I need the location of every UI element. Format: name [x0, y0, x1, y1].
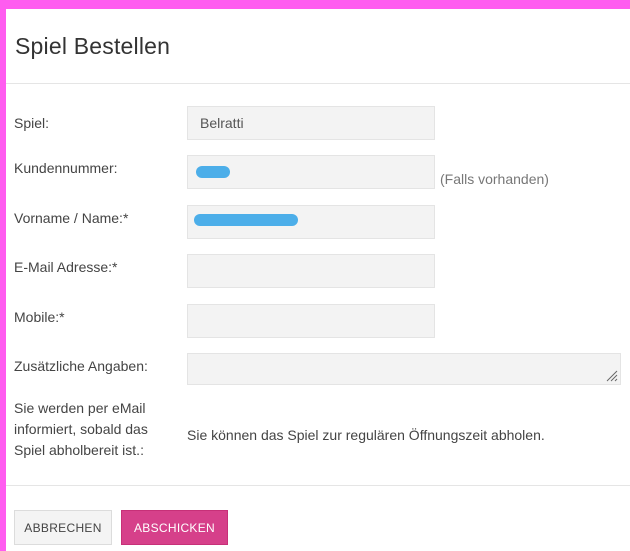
notification-label-line: Sie werden per eMail: [14, 400, 146, 416]
notification-label-line: informiert, sobald das: [14, 421, 148, 437]
customer-number-label: Kundennummer:: [14, 160, 118, 176]
customer-number-field[interactable]: [187, 155, 435, 189]
game-field[interactable]: Belratti: [187, 106, 435, 140]
redacted-value: [196, 166, 230, 178]
mobile-field[interactable]: [187, 304, 435, 338]
email-label: E-Mail Adresse:*: [14, 259, 118, 275]
name-label: Vorname / Name:*: [14, 210, 129, 226]
dialog-header: Spiel Bestellen: [6, 9, 630, 84]
dialog-title: Spiel Bestellen: [15, 32, 171, 59]
mobile-label: Mobile:*: [14, 309, 65, 325]
order-dialog: Spiel Bestellen Spiel: Belratti Kundennu…: [6, 9, 630, 551]
game-label: Spiel:: [14, 115, 50, 131]
dialog-footer-divider: [6, 485, 630, 486]
name-field[interactable]: [187, 205, 435, 239]
additional-info-textarea[interactable]: [187, 353, 621, 385]
cancel-button[interactable]: ABBRECHEN: [14, 510, 112, 545]
additional-info-label: Zusätzliche Angaben:: [14, 358, 148, 374]
submit-button[interactable]: ABSCHICKEN: [121, 510, 228, 545]
email-field[interactable]: [187, 254, 435, 288]
window-frame-top: [0, 0, 630, 9]
redacted-value: [194, 214, 298, 226]
notification-label: Sie werden per eMail informiert, sobald …: [14, 398, 174, 461]
customer-number-hint: (Falls vorhanden): [440, 171, 549, 187]
resize-handle-icon[interactable]: [606, 370, 618, 382]
notification-text: Sie können das Spiel zur regulären Öffnu…: [187, 427, 545, 443]
notification-label-line: Spiel abholbereit ist.:: [14, 442, 144, 458]
